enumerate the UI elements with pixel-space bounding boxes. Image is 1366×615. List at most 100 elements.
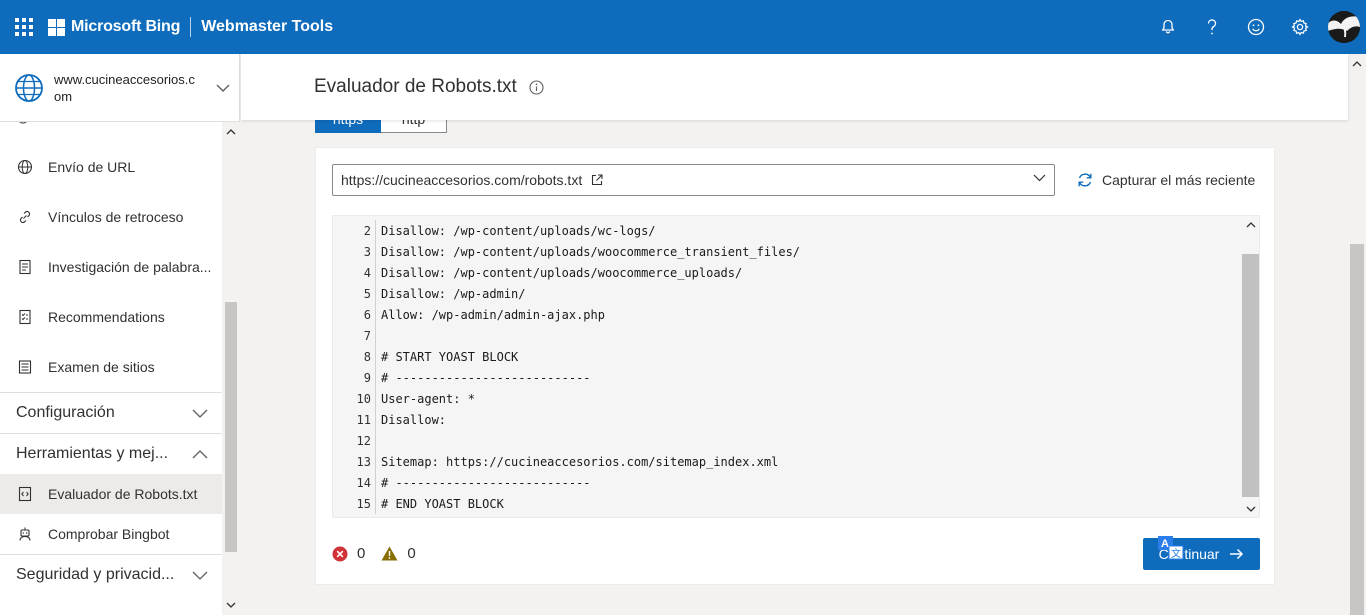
help-button[interactable] [1190, 0, 1234, 54]
code-line[interactable]: 5 Disallow: /wp-admin/ [333, 283, 1243, 304]
code-line[interactable]: 4 Disallow: /wp-content/uploads/woocommer… [333, 262, 1243, 283]
section-tools[interactable]: Herramientas y mej... [0, 433, 222, 474]
code-line[interactable]: 3 Disallow: /wp-content/uploads/woocommer… [333, 241, 1243, 262]
editor-scrollbar[interactable] [1242, 216, 1259, 517]
code-line[interactable]: 6 Allow: /wp-admin/admin-ajax.php [333, 304, 1243, 325]
line-text: Disallow: /wp-content/uploads/woocommerc… [381, 265, 743, 280]
line-number: 15 [356, 496, 371, 511]
section-security[interactable]: Seguridad y privacid... [0, 554, 222, 595]
scroll-down-arrow[interactable] [1242, 500, 1259, 517]
profile-photo-icon [1328, 11, 1360, 43]
nav-partial-row [0, 122, 222, 142]
svg-text:A: A [1161, 538, 1169, 550]
code-line[interactable]: 15 # END YOAST BLOCK [333, 493, 1243, 514]
gutter-divider [375, 220, 376, 241]
scroll-up-arrow[interactable] [1242, 216, 1259, 233]
sidebar-item-backlinks[interactable]: Vínculos de retroceso [0, 192, 222, 242]
brand-divider [190, 17, 192, 37]
sidebar-item-label: Comprobar Bingbot [48, 526, 170, 542]
sidebar-item-site-scan[interactable]: Examen de sitios [0, 342, 222, 392]
section-label: Configuración [16, 404, 115, 421]
line-number: 9 [363, 370, 371, 385]
scroll-up-arrow[interactable] [1348, 56, 1366, 72]
line-number: 13 [356, 454, 371, 469]
line-text: User-agent: * [381, 391, 475, 406]
warning-count: 0 [407, 545, 416, 562]
chevron-up-icon [1352, 61, 1362, 67]
line-text: Disallow: /wp-content/uploads/wc-logs/ [381, 223, 656, 238]
code-line[interactable]: 13 Sitemap: https://cucineaccesorios.com/… [333, 451, 1243, 472]
section-configuration[interactable]: Configuración [0, 392, 222, 433]
gutter-divider [375, 325, 376, 346]
code-line[interactable]: 8 # START YOAST BLOCK [333, 346, 1243, 367]
line-text: # START YOAST BLOCK [381, 349, 519, 364]
gutter-divider [375, 241, 376, 262]
avatar[interactable] [1328, 11, 1360, 43]
sidebar-item-label: Envío de URL [48, 159, 136, 175]
gutter-divider [375, 262, 376, 283]
scroll-up-arrow[interactable] [222, 124, 240, 140]
chevron-down-icon [226, 602, 236, 608]
line-text: Sitemap: https://cucineaccesorios.com/si… [381, 454, 779, 469]
sidebar-item-verify-bingbot[interactable]: Comprobar Bingbot [0, 514, 222, 554]
chevron-down-icon [1033, 174, 1046, 182]
code-line[interactable]: 7 [333, 325, 1243, 346]
warning-icon [381, 546, 398, 561]
checklist-icon [16, 308, 34, 326]
sidebar-item-label: Investigación de palabra... [48, 259, 212, 275]
code-file-icon [16, 485, 34, 503]
sidebar-item-url-submission[interactable]: Envío de URL [0, 142, 222, 192]
line-number: 10 [356, 391, 371, 406]
fetch-latest-button[interactable]: Capturar el más reciente [1076, 170, 1255, 190]
code-line[interactable]: 9 # --------------------------- [333, 367, 1243, 388]
site-selector[interactable]: www.cucineaccesorios.com [0, 54, 239, 122]
line-number: 4 [363, 265, 371, 280]
chevron-up-icon [226, 129, 236, 135]
brand-name[interactable]: Microsoft Bing [71, 18, 180, 36]
sidebar-item-keyword-research[interactable]: Investigación de palabra... [0, 242, 222, 292]
line-number: 7 [363, 328, 371, 343]
gutter-divider [375, 493, 376, 514]
chevron-up-icon [1246, 221, 1255, 227]
app-launcher-button[interactable] [0, 0, 48, 54]
line-text: # --------------------------- [381, 475, 591, 490]
globe-icon [16, 158, 34, 176]
settings-button[interactable] [1278, 0, 1322, 54]
code-line[interactable]: 2 Disallow: /wp-content/uploads/wc-logs/ [333, 220, 1243, 241]
gutter-divider [375, 388, 376, 409]
external-link-icon[interactable] [591, 174, 603, 186]
sidebar-scrollbar[interactable] [222, 122, 240, 615]
robots-editor[interactable]: 2 Disallow: /wp-content/uploads/wc-logs/3… [332, 215, 1260, 518]
waffle-icon [15, 18, 33, 36]
code-line[interactable]: 12 [333, 430, 1243, 451]
line-number: 11 [356, 412, 371, 427]
scrollbar-thumb[interactable] [225, 302, 237, 552]
info-icon[interactable] [529, 79, 544, 95]
sidebar-item-recommendations[interactable]: Recommendations [0, 292, 222, 342]
gutter-divider [375, 283, 376, 304]
help-icon [1207, 19, 1217, 35]
robots-url-value: https://cucineaccesorios.com/robots.txt [341, 172, 583, 188]
translate-icon[interactable]: A文 [1158, 536, 1184, 560]
line-number: 8 [363, 349, 371, 364]
chevron-up-icon [192, 449, 208, 458]
page-scrollbar[interactable] [1348, 54, 1366, 615]
line-number: 14 [356, 475, 371, 490]
scroll-down-arrow[interactable] [222, 597, 240, 613]
top-bar: Microsoft Bing Webmaster Tools [0, 0, 1366, 54]
feedback-button[interactable] [1234, 0, 1278, 54]
error-icon [332, 546, 348, 562]
gutter-divider [375, 472, 376, 493]
scrollbar-thumb[interactable] [1242, 254, 1259, 497]
sidebar-item-robots-tester[interactable]: Evaluador de Robots.txt [0, 474, 222, 514]
code-line[interactable]: 10 User-agent: * [333, 388, 1243, 409]
code-line[interactable]: 14 # --------------------------- [333, 472, 1243, 493]
robots-url-dropdown[interactable]: https://cucineaccesorios.com/robots.txt [332, 164, 1055, 196]
code-line[interactable]: 11 Disallow: [333, 409, 1243, 430]
gutter-divider [375, 409, 376, 430]
scrollbar-thumb[interactable] [1350, 244, 1364, 615]
line-text: Disallow: /wp-content/uploads/woocommerc… [381, 244, 801, 259]
notifications-button[interactable] [1146, 0, 1190, 54]
globe-icon [15, 73, 43, 102]
product-name[interactable]: Webmaster Tools [201, 18, 333, 36]
